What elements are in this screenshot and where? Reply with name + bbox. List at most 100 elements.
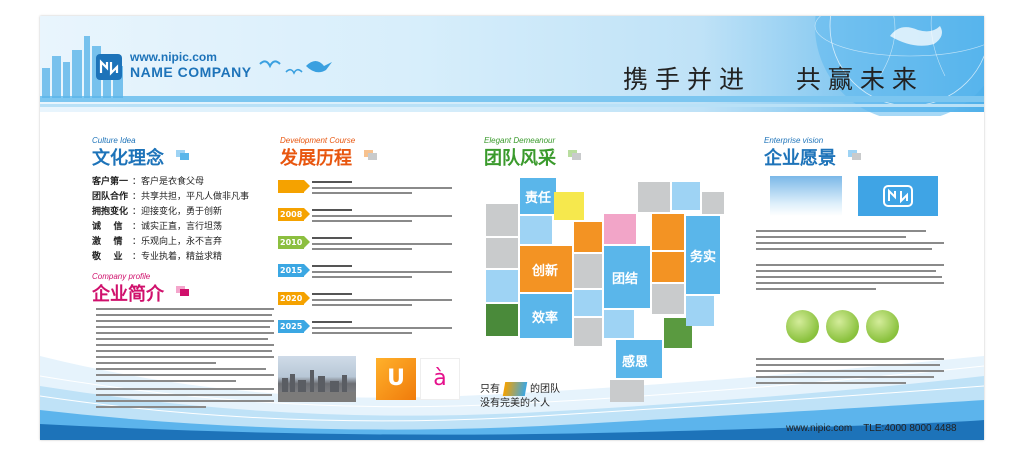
culture-row-1: 客户第一 ：客户是衣食父母 bbox=[92, 174, 204, 187]
display-board: www.nipic.com NAME COMPANY 携手并进 共赢未来 www… bbox=[40, 16, 984, 440]
timeline-item: 2010 bbox=[278, 236, 458, 256]
team-tile bbox=[486, 270, 518, 302]
team-word: 效率 bbox=[532, 311, 559, 326]
badge-a: à bbox=[420, 358, 460, 400]
vision-text-block-2 bbox=[756, 264, 944, 294]
timeline-year: 2025 bbox=[280, 322, 303, 331]
timeline-year-tag: 2025 bbox=[278, 320, 310, 333]
city-photo bbox=[278, 356, 356, 402]
team-tile bbox=[652, 214, 684, 250]
culture-key: 客户第一 bbox=[92, 177, 129, 187]
vision-text-block bbox=[756, 230, 944, 254]
culture-key: 拥抱变化 bbox=[92, 207, 129, 217]
team-word-tile: 创新 bbox=[520, 246, 572, 292]
culture-value: 诚实正直，言行坦荡 bbox=[141, 222, 223, 232]
culture-sep: ： bbox=[132, 237, 142, 247]
timeline-year: 2020 bbox=[280, 294, 303, 303]
team-word: 创新 bbox=[532, 264, 559, 279]
timeline-item: 2020 bbox=[278, 292, 458, 312]
header-stripe-thin bbox=[40, 104, 984, 107]
culture-sep: ： bbox=[132, 192, 142, 202]
team-tile bbox=[486, 304, 518, 336]
footer-contact: www.nipic.com TLE:4000 8000 4488 bbox=[775, 412, 957, 440]
team-tile bbox=[686, 296, 714, 326]
timeline-item: 2015 bbox=[278, 264, 458, 284]
vision-logo-icon bbox=[858, 176, 938, 216]
culture-key: 敬 业 bbox=[92, 252, 123, 262]
timeline-item: 2025 bbox=[278, 320, 458, 340]
team-tile bbox=[486, 238, 518, 268]
team-tile bbox=[574, 318, 602, 346]
company-logo-icon bbox=[96, 54, 122, 80]
team-word-tile: 团结 bbox=[604, 246, 650, 308]
timeline-year-tag: 2020 bbox=[278, 292, 310, 305]
team-tile bbox=[520, 216, 552, 244]
timeline-year: 2008 bbox=[280, 210, 303, 219]
team-word-tile: 责任 bbox=[520, 178, 556, 214]
development-title: 发展历程 bbox=[280, 148, 352, 169]
timeline-year-tag: 2015 bbox=[278, 264, 310, 277]
logo-company-name: NAME COMPANY bbox=[130, 64, 252, 80]
culture-key: 激 情 bbox=[92, 237, 123, 247]
profile-title: 企业简介 bbox=[92, 284, 164, 305]
team-word-tile: 效率 bbox=[520, 294, 572, 338]
birds-icon bbox=[259, 60, 332, 75]
team-tile bbox=[604, 310, 634, 338]
timeline-year: 2010 bbox=[280, 238, 303, 247]
culture-row-4: 诚 信 ：诚实正直，言行坦荡 bbox=[92, 219, 222, 232]
profile-deco-icon bbox=[176, 286, 190, 296]
team-word: 团结 bbox=[612, 272, 639, 287]
team-title: 团队风采 bbox=[484, 148, 556, 169]
timeline-item: 2008 bbox=[278, 208, 458, 228]
timeline-year-tag: 2010 bbox=[278, 236, 310, 249]
team-tile bbox=[652, 284, 684, 314]
team-tile bbox=[604, 214, 636, 244]
timeline-item bbox=[278, 180, 458, 200]
logo-url: www.nipic.com bbox=[130, 50, 217, 64]
timeline-year-tag: 2008 bbox=[278, 208, 310, 221]
team-word-tile: 感恩 bbox=[616, 340, 662, 378]
culture-value: 迎接变化，勇于创新 bbox=[141, 207, 223, 217]
team-tile bbox=[554, 192, 584, 220]
culture-value: 专业执着，精益求精 bbox=[141, 252, 223, 262]
vision-title: 企业愿景 bbox=[764, 148, 836, 169]
culture-value: 客户是衣食父母 bbox=[141, 177, 205, 187]
team-deco-icon bbox=[568, 150, 582, 160]
timeline-year-tag bbox=[278, 180, 310, 193]
culture-key: 诚 信 bbox=[92, 222, 123, 232]
team-word: 责任 bbox=[525, 191, 552, 206]
culture-row-2: 团队合作 ：共享共担，平凡人做非凡事 bbox=[92, 189, 249, 202]
culture-value: 乐观向上，永不言弃 bbox=[141, 237, 223, 247]
team-tile bbox=[652, 252, 684, 282]
team-tile bbox=[610, 380, 644, 402]
team-tile bbox=[702, 192, 724, 214]
vision-text-block-3 bbox=[756, 358, 944, 388]
sky-photo bbox=[770, 176, 842, 216]
team-tile bbox=[638, 182, 670, 212]
vision-deco-icon bbox=[848, 150, 862, 160]
vision-circle bbox=[866, 310, 899, 343]
team-tile bbox=[574, 254, 602, 288]
team-caption-line2: 没有完美的个人 bbox=[480, 398, 550, 409]
profile-text-block bbox=[96, 308, 274, 368]
badge-u: U bbox=[376, 358, 416, 400]
profile-text-block-2 bbox=[96, 368, 274, 386]
header-stripe bbox=[40, 96, 984, 102]
team-word: 感恩 bbox=[622, 355, 649, 370]
team-word: 务实 bbox=[690, 250, 717, 265]
culture-row-3: 拥抱变化 ：迎接变化，勇于创新 bbox=[92, 204, 222, 217]
development-deco-icon bbox=[364, 150, 378, 160]
culture-key: 团队合作 bbox=[92, 192, 129, 202]
culture-deco-icon bbox=[176, 150, 190, 160]
slogan: 携手并进 共赢未来 bbox=[623, 65, 924, 94]
vision-circle bbox=[786, 310, 819, 343]
culture-row-5: 激 情 ：乐观向上，永不言弃 bbox=[92, 234, 222, 247]
culture-sep: ： bbox=[132, 252, 142, 262]
vision-circle bbox=[826, 310, 859, 343]
culture-value: 共享共担，平凡人做非凡事 bbox=[141, 192, 250, 202]
team-word-tile: 务实 bbox=[686, 216, 720, 294]
footer-tel: TLE:4000 8000 4488 bbox=[863, 423, 957, 434]
team-tile bbox=[486, 204, 518, 236]
timeline-year: 2015 bbox=[280, 266, 303, 275]
footer-website: www.nipic.com bbox=[786, 423, 853, 434]
